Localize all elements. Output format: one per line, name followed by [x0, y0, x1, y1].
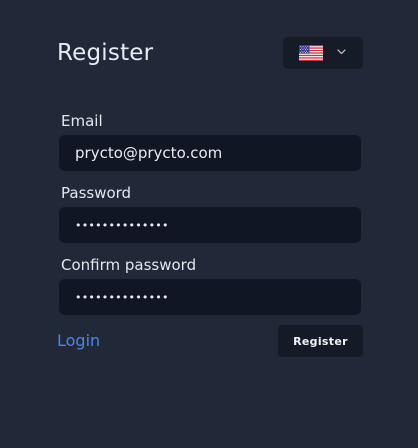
- password-label: Password: [61, 184, 132, 202]
- us-flag-icon: [299, 45, 323, 61]
- email-label: Email: [61, 112, 103, 130]
- confirm-password-field[interactable]: [59, 279, 361, 315]
- register-button[interactable]: Register: [278, 325, 363, 357]
- password-field[interactable]: [59, 207, 361, 243]
- page-title: Register: [57, 40, 154, 66]
- confirm-password-label: Confirm password: [61, 256, 197, 274]
- language-select[interactable]: [283, 37, 363, 69]
- email-field[interactable]: [59, 135, 361, 171]
- login-link[interactable]: Login: [57, 331, 100, 351]
- chevron-down-icon: [337, 49, 346, 55]
